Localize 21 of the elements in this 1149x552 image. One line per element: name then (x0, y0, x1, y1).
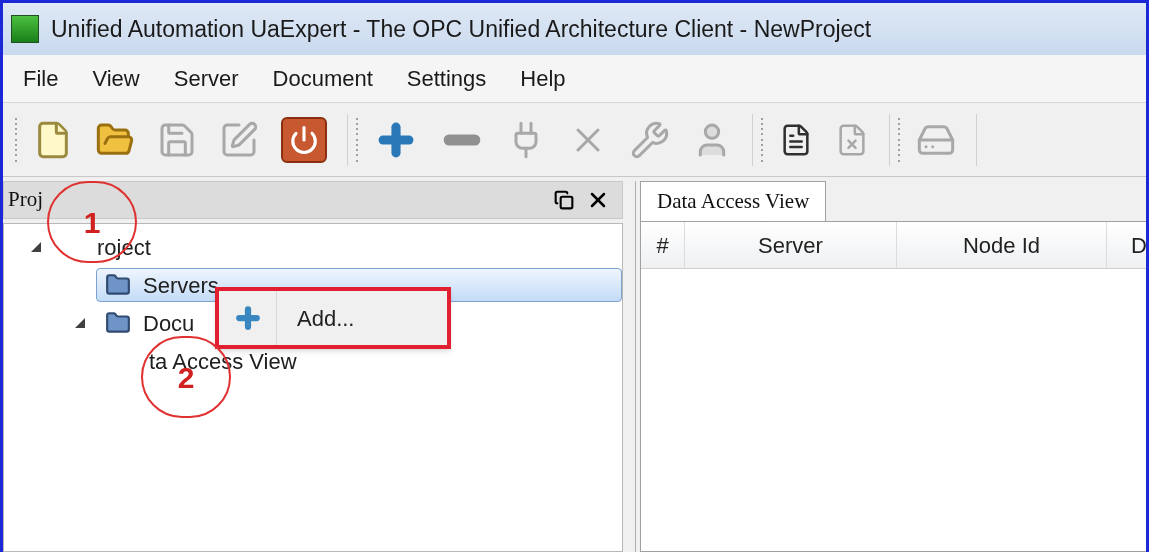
column-header[interactable]: Node Id (897, 222, 1107, 268)
menu-item[interactable]: Settings (406, 62, 487, 95)
panel-title: Proj (8, 186, 43, 214)
menu-item[interactable]: Document (272, 62, 373, 95)
tree-item[interactable]: Docu (96, 306, 204, 340)
tab[interactable]: Data Access View (640, 181, 827, 221)
column-header[interactable]: Server (685, 222, 897, 268)
folder-icon (105, 310, 131, 336)
column-header[interactable]: D (1107, 222, 1146, 268)
column-header[interactable]: # (641, 222, 685, 268)
menu-item[interactable]: Server (173, 62, 239, 95)
power-icon[interactable] (281, 116, 327, 163)
expand-arrow-icon[interactable] (75, 318, 85, 328)
app-icon (11, 15, 39, 43)
menu-item[interactable]: View (92, 62, 140, 95)
menu-item[interactable]: Help (520, 62, 566, 95)
expand-arrow-icon[interactable] (31, 242, 41, 252)
menu-item[interactable]: File (23, 62, 59, 95)
folder-icon (105, 272, 131, 298)
window-title: Unified Automation UaExpert - The OPC Unified Architecture Client - NewProject (51, 14, 872, 44)
float-icon[interactable] (554, 190, 574, 210)
